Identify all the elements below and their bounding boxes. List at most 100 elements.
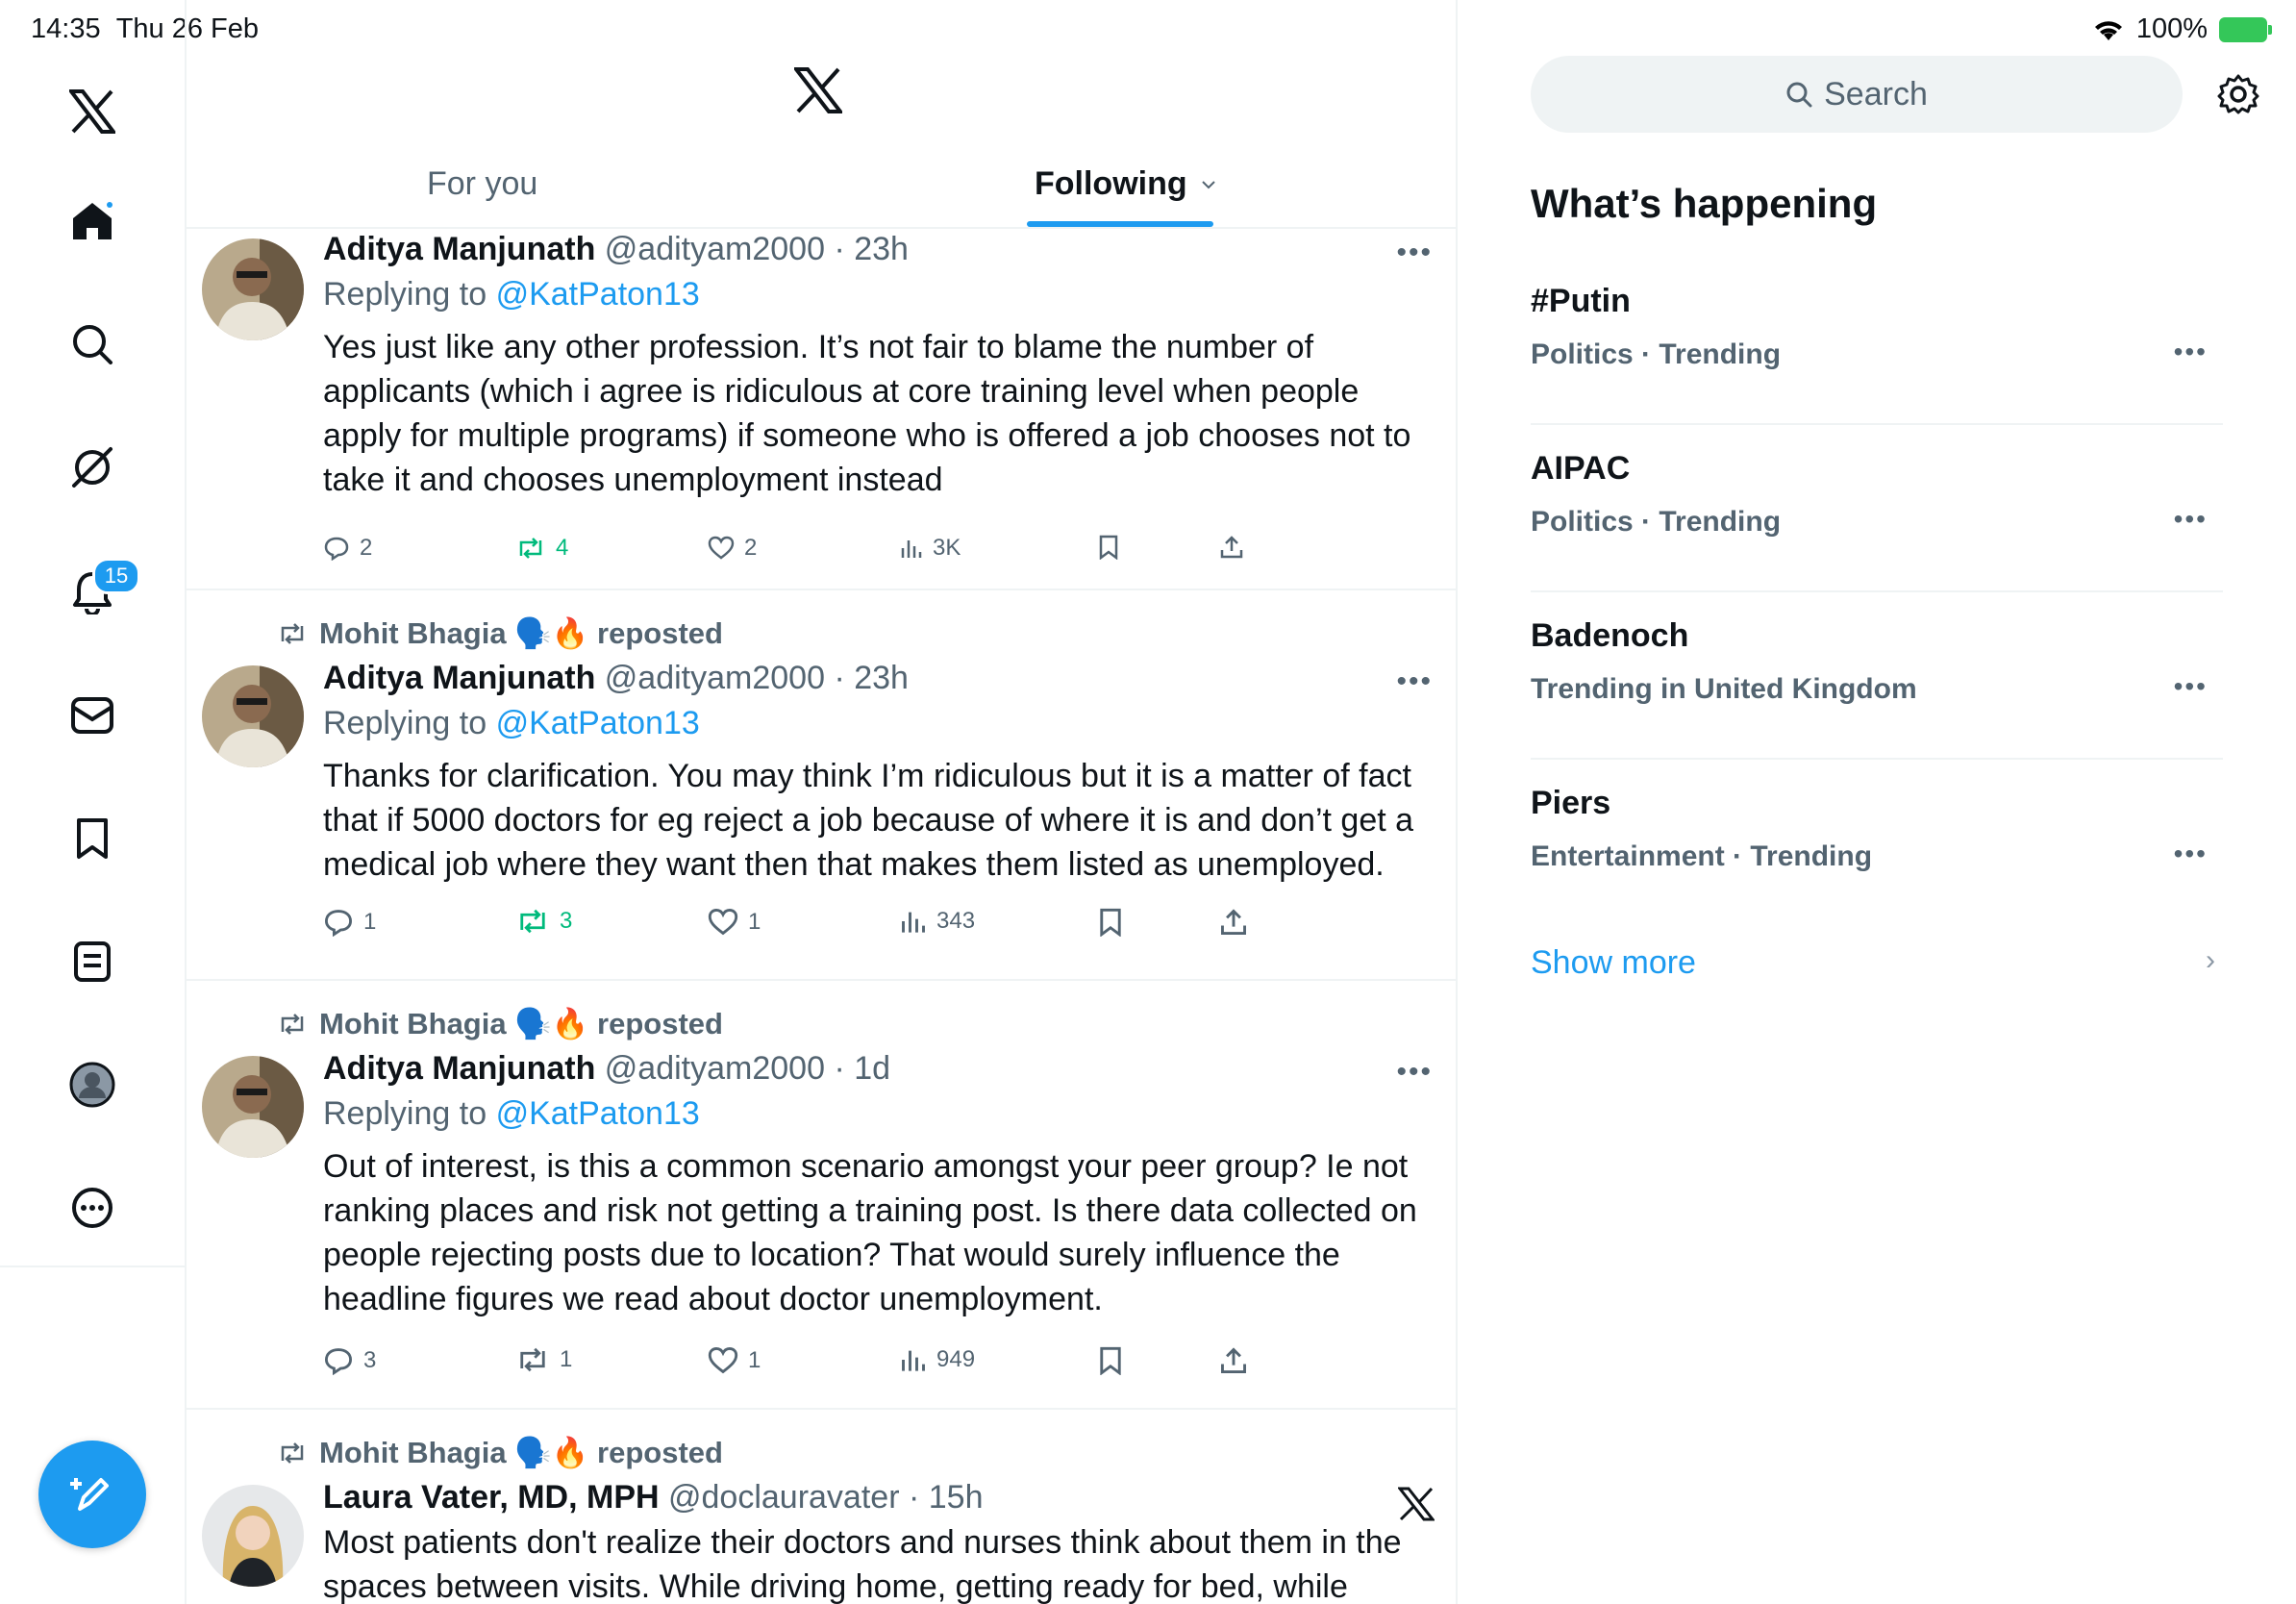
repost-button[interactable]: 1 [515, 1346, 572, 1373]
like-count: 1 [748, 909, 761, 935]
repost-count: 1 [560, 1346, 573, 1372]
trend-item[interactable]: #Putin Politics · Trending ••• [1531, 256, 2223, 425]
views-button[interactable]: 343 [900, 908, 975, 935]
more-options-icon[interactable]: ••• [1396, 1056, 1433, 1089]
tab-following[interactable]: Following [1035, 165, 1216, 203]
reposter-label[interactable]: Mohit Bhagia 🗣️🔥 reposted [319, 1006, 723, 1041]
bookmark-icon [1100, 908, 1121, 937]
profile-icon[interactable] [60, 1052, 125, 1117]
reposter-label[interactable]: Mohit Bhagia 🗣️🔥 reposted [319, 1435, 723, 1470]
tab-for-you[interactable]: For you [427, 165, 537, 203]
author-handle[interactable]: @doclauravater [668, 1479, 900, 1516]
repost-icon [281, 622, 304, 644]
left-nav: 15 [0, 0, 187, 1604]
avatar[interactable] [202, 1485, 304, 1587]
trend-meta: Entertainment · Trending [1531, 840, 1873, 872]
tweet-text: Thanks for clarification. You may think … [323, 758, 1414, 883]
repost-indicator: Mohit Bhagia 🗣️🔥 reposted [277, 1435, 723, 1470]
bookmark-button[interactable] [1098, 1346, 1123, 1375]
chevron-right-icon: › [2206, 944, 2215, 976]
tweet-text: Most patients don't realize their doctor… [323, 1524, 1402, 1604]
share-button[interactable] [1219, 535, 1244, 560]
author-name[interactable]: Aditya Manjunath [323, 231, 595, 267]
tweet[interactable]: Aditya Manjunath @adityam2000 · 23h Repl… [187, 227, 1456, 590]
search-input[interactable]: Search [1531, 56, 2183, 133]
like-count: 2 [744, 535, 758, 561]
settings-gear-icon[interactable] [2217, 73, 2259, 115]
like-count: 1 [748, 1347, 761, 1373]
repost-indicator: Mohit Bhagia 🗣️🔥 reposted [277, 615, 723, 651]
tweet-text: Yes just like any other profession. It’s… [323, 329, 1411, 498]
tweet-header: Aditya Manjunath @adityam2000 · 1d [323, 1050, 891, 1087]
home-icon[interactable] [60, 188, 125, 254]
tweet[interactable]: Mohit Bhagia 🗣️🔥 reposted Aditya Manjuna… [187, 589, 1456, 981]
author-handle[interactable]: @adityam2000 [605, 660, 825, 696]
bookmarks-icon[interactable] [60, 806, 125, 871]
author-name[interactable]: Laura Vater, MD, MPH [323, 1479, 660, 1516]
author-handle[interactable]: @adityam2000 [605, 231, 825, 267]
messages-icon[interactable] [60, 683, 125, 748]
compose-icon [70, 1478, 109, 1511]
grok-x-icon[interactable] [1398, 1487, 1435, 1521]
share-button[interactable] [1219, 1346, 1248, 1375]
repost-button[interactable]: 4 [515, 535, 568, 562]
trend-title: AIPAC [1531, 450, 1631, 487]
mention-link[interactable]: @KatPaton13 [496, 705, 700, 741]
repost-indicator: Mohit Bhagia 🗣️🔥 reposted [277, 1006, 723, 1041]
like-button[interactable]: 1 [708, 1346, 761, 1375]
trend-title: Badenoch [1531, 617, 1689, 654]
share-icon [1220, 536, 1243, 559]
trend-item[interactable]: Piers Entertainment · Trending ••• [1531, 758, 2223, 925]
more-options-icon[interactable]: ••• [1396, 665, 1433, 698]
show-more-link[interactable]: Show more [1531, 944, 1696, 982]
like-button[interactable]: 2 [708, 535, 757, 562]
avatar[interactable] [202, 665, 304, 767]
like-button[interactable]: 1 [708, 908, 761, 937]
main-timeline: For you Following Aditya Manjunath @adit… [187, 0, 1458, 1604]
trend-more-icon[interactable]: ••• [2174, 337, 2208, 367]
tweet-time[interactable]: 23h [854, 231, 909, 267]
tweet-time[interactable]: 1d [854, 1050, 890, 1087]
tweet[interactable]: Mohit Bhagia 🗣️🔥 reposted Aditya Manjuna… [187, 979, 1456, 1410]
tweet-time[interactable]: 23h [854, 660, 909, 696]
share-button[interactable] [1219, 908, 1248, 937]
avatar[interactable] [202, 1056, 304, 1158]
repost-icon [519, 538, 542, 559]
search-placeholder: Search [1824, 75, 1928, 113]
bookmark-button[interactable] [1098, 908, 1123, 937]
reply-button[interactable]: 1 [323, 908, 376, 937]
author-name[interactable]: Aditya Manjunath [323, 1050, 595, 1087]
trend-more-icon[interactable]: ••• [2174, 839, 2208, 869]
tweet-time[interactable]: 15h [929, 1479, 984, 1516]
reply-button[interactable]: 2 [323, 535, 372, 562]
tweet-header: Aditya Manjunath @adityam2000 · 23h [323, 660, 909, 696]
trend-item[interactable]: AIPAC Politics · Trending ••• [1531, 423, 2223, 592]
timeline-tabs: For you Following [187, 144, 1456, 229]
trend-more-icon[interactable]: ••• [2174, 504, 2208, 535]
author-name[interactable]: Aditya Manjunath [323, 660, 595, 696]
tweet[interactable]: Mohit Bhagia 🗣️🔥 reposted Laura Vater, M… [187, 1408, 1456, 1604]
search-icon[interactable] [60, 312, 125, 377]
lists-icon[interactable] [60, 929, 125, 994]
reposter-label[interactable]: Mohit Bhagia 🗣️🔥 reposted [319, 615, 723, 651]
reply-button[interactable]: 3 [323, 1346, 376, 1375]
nav-divider [0, 1266, 185, 1267]
views-button[interactable]: 3K [900, 535, 961, 562]
mention-link[interactable]: @KatPaton13 [496, 276, 700, 313]
bookmark-button[interactable] [1098, 535, 1119, 560]
mention-link[interactable]: @KatPaton13 [496, 1095, 700, 1132]
trend-item[interactable]: Badenoch Trending in United Kingdom ••• [1531, 590, 2223, 760]
trend-title: Piers [1531, 785, 1611, 821]
avatar[interactable] [202, 238, 304, 340]
views-button[interactable]: 949 [900, 1346, 975, 1373]
repost-icon [281, 1013, 304, 1035]
author-handle[interactable]: @adityam2000 [605, 1050, 825, 1087]
more-icon[interactable] [60, 1175, 125, 1241]
repost-button[interactable]: 3 [515, 908, 572, 935]
x-logo-icon[interactable] [60, 79, 125, 144]
grok-icon[interactable] [60, 435, 125, 500]
trend-more-icon[interactable]: ••• [2174, 671, 2208, 702]
notification-badge: 15 [92, 558, 140, 594]
more-options-icon[interactable]: ••• [1396, 237, 1433, 269]
compose-button[interactable] [38, 1441, 146, 1548]
